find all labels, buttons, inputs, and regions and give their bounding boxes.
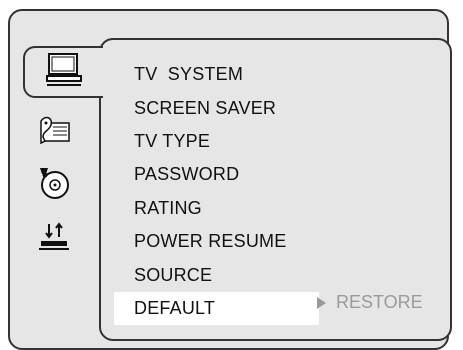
- menu-item-screen-saver[interactable]: SCREEN SAVER: [114, 91, 450, 124]
- tab-disc-setup[interactable]: [24, 163, 84, 207]
- menu-item-source[interactable]: SOURCE: [114, 258, 450, 291]
- menu-item-rating[interactable]: RATING: [114, 192, 450, 225]
- submenu-option[interactable]: RESTORE: [317, 292, 423, 313]
- submenu-restore-label: RESTORE: [336, 292, 423, 312]
- menu-item-password[interactable]: PASSWORD: [114, 158, 450, 191]
- menu-item-power-resume[interactable]: POWER RESUME: [114, 225, 450, 258]
- tab-audio-setup[interactable]: [24, 110, 84, 154]
- monitor-icon: [45, 52, 83, 93]
- menu-item-tv-system[interactable]: TV SYSTEM: [114, 58, 450, 91]
- menu-item-tv-type[interactable]: TV TYPE: [114, 125, 450, 158]
- connection-icon: [37, 220, 71, 257]
- arrow-right-icon: [317, 296, 326, 309]
- settings-menu: TV SYSTEM SCREEN SAVER TV TYPE PASSWORD …: [114, 58, 450, 326]
- menu-item-default[interactable]: DEFAULT: [114, 291, 319, 326]
- disc-icon: [37, 166, 71, 205]
- category-sidebar: [23, 46, 105, 266]
- audio-setup-icon: [35, 113, 73, 152]
- tab-general-setup[interactable]: [23, 46, 105, 98]
- tab-connection-setup[interactable]: [24, 216, 84, 260]
